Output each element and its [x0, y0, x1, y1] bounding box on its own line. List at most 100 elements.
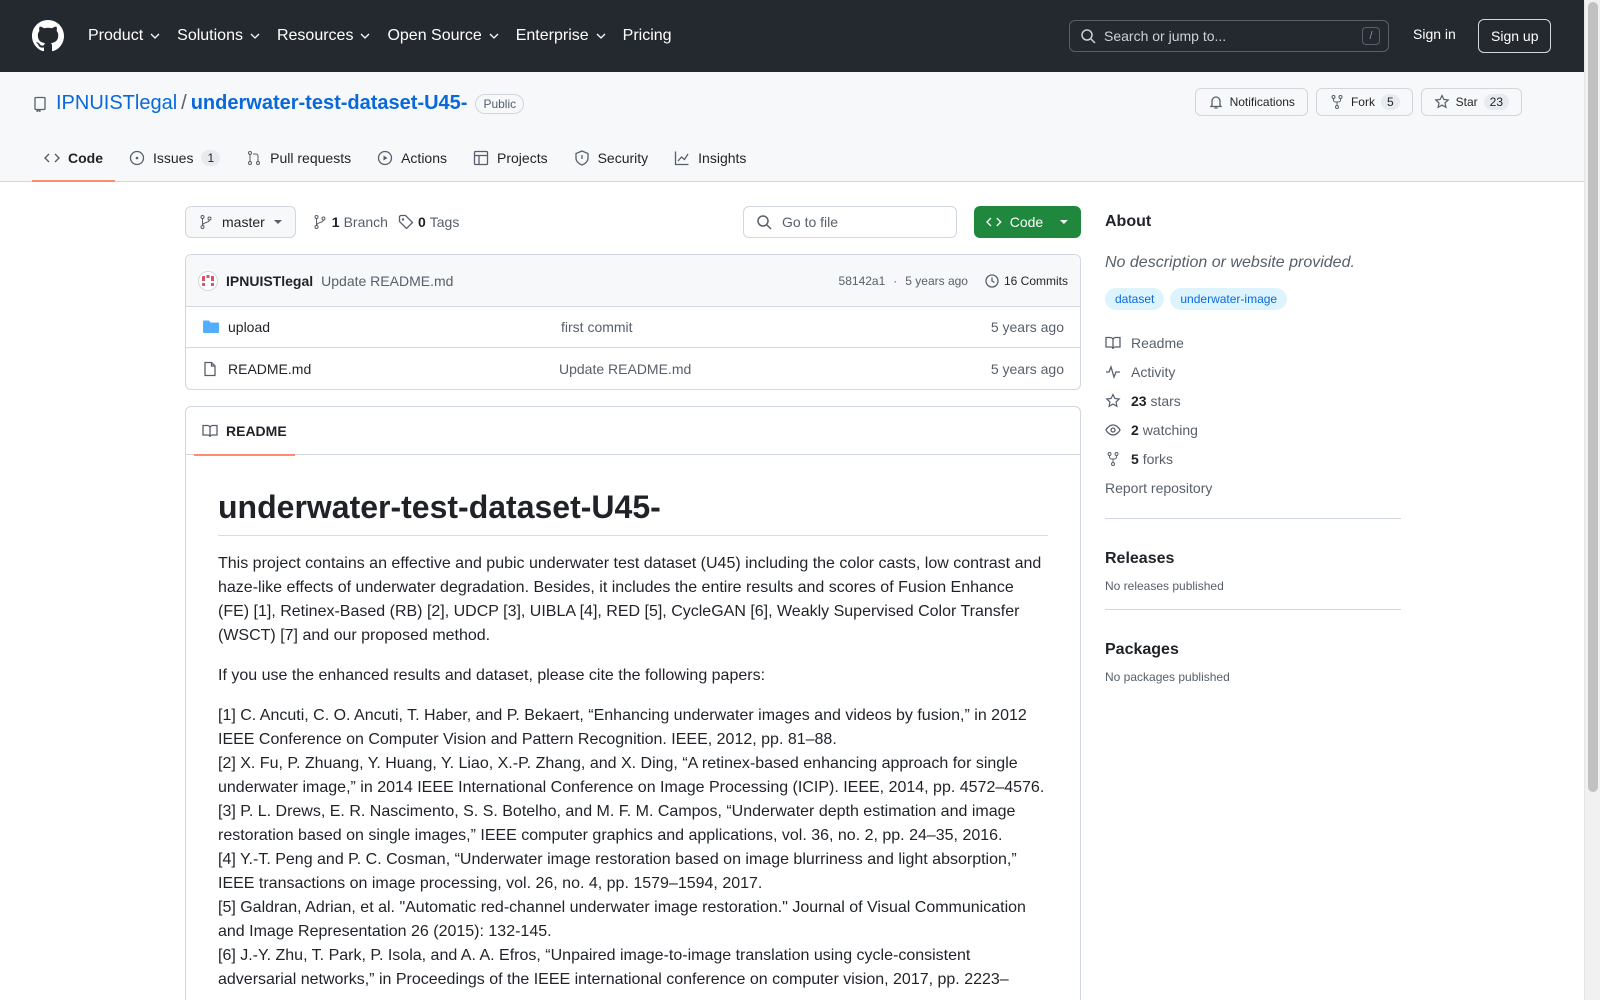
file-commit-link[interactable]: first commit	[561, 319, 633, 335]
global-search-input[interactable]: Search or jump to... /	[1069, 20, 1389, 52]
github-logo-icon[interactable]	[32, 20, 64, 52]
branch-icon	[314, 215, 326, 229]
reference-list: [1] C. Ancuti, C. O. Ancuti, T. Haber, a…	[218, 704, 1048, 992]
nav-label: Pricing	[622, 27, 672, 44]
fork-icon	[1107, 451, 1119, 466]
eye-icon	[1105, 423, 1121, 436]
chevron-down-icon	[489, 33, 499, 39]
code-dropdown-button[interactable]: Code	[974, 206, 1081, 238]
packages-heading[interactable]: Packages	[1105, 634, 1401, 666]
readme-tabbar: README	[186, 407, 1080, 456]
scrollbar-thumb[interactable]	[1588, 2, 1598, 792]
pull-request-icon	[248, 151, 261, 165]
topic-list: dataset underwater-image	[1105, 288, 1401, 310]
global-nav: Product Solutions Resources Open Source …	[88, 27, 688, 45]
readme-link[interactable]: Readme	[1105, 328, 1401, 357]
about-heading: About	[1105, 213, 1152, 230]
go-to-file-placeholder: Go to file	[782, 214, 839, 230]
file-name-link[interactable]: README.md	[228, 361, 559, 377]
activity-link[interactable]: Activity	[1105, 357, 1401, 386]
file-row-upload[interactable]: upload first commit 5 years ago	[186, 307, 1080, 348]
tab-insights[interactable]: Insights	[662, 134, 758, 182]
file-commit-link[interactable]: Update README.md	[559, 361, 691, 377]
stars-label: stars	[1150, 392, 1181, 409]
nav-product[interactable]: Product	[88, 27, 161, 45]
star-count: 23	[1483, 94, 1509, 110]
report-repository-link[interactable]: Report repository	[1105, 473, 1401, 502]
commit-hash-link[interactable]: 58142a1	[839, 274, 886, 288]
file-age: 5 years ago	[990, 319, 1064, 335]
folder-icon	[203, 320, 219, 333]
identicon-icon	[202, 274, 214, 286]
repo-sidebar: About No description or website provided…	[1105, 206, 1401, 684]
nav-label: Enterprise	[515, 27, 589, 44]
commits-count-label: 16 Commits	[1003, 274, 1068, 288]
releases-heading[interactable]: Releases	[1105, 543, 1401, 575]
nav-pricing[interactable]: Pricing	[623, 27, 672, 45]
star-button[interactable]: Star 23	[1420, 88, 1522, 116]
readme-tab-label: README	[226, 422, 287, 439]
fork-label: Fork	[1350, 95, 1375, 109]
stars-link[interactable]: 23 stars	[1105, 386, 1401, 415]
nav-solutions[interactable]: Solutions	[177, 27, 261, 45]
readme-tab[interactable]: README	[194, 407, 295, 456]
branch-name: master	[222, 214, 265, 230]
commit-author-link[interactable]: IPNUISTlegal	[226, 273, 313, 289]
repo-title: IPNUISTlegal / underwater-test-dataset-U…	[32, 92, 525, 115]
tags-link[interactable]: 0 Tags	[398, 214, 459, 230]
nav-resources[interactable]: Resources	[277, 27, 371, 45]
repo-name-link[interactable]: underwater-test-dataset-U45-	[191, 92, 468, 115]
tab-actions[interactable]: Actions	[365, 134, 459, 182]
table-icon	[473, 150, 489, 166]
commits-history-link[interactable]: 16 Commits	[984, 273, 1068, 289]
issue-icon	[129, 150, 145, 166]
tab-pull-requests[interactable]: Pull requests	[234, 134, 363, 182]
repo-path-separator: /	[181, 92, 187, 114]
page-scrollbar[interactable]	[1584, 0, 1600, 1000]
commit-meta-separator: ·	[893, 274, 898, 288]
avatar[interactable]	[198, 270, 218, 291]
fork-count: 5	[1380, 94, 1400, 110]
tab-label: Issues	[153, 150, 194, 166]
commit-meta: 58142a1 · 5 years ago 16 Commits	[839, 255, 1068, 307]
sign-in-link[interactable]: Sign in	[1413, 26, 1456, 42]
main-content: master 1 Branch 0 Tags Go to file Code I…	[185, 206, 1081, 1000]
notifications-button[interactable]: Notifications	[1194, 88, 1308, 116]
tab-code[interactable]: Code	[32, 134, 115, 182]
commit-message-link[interactable]: Update README.md	[321, 273, 453, 289]
topic-tag[interactable]: dataset	[1105, 288, 1165, 310]
forks-link[interactable]: 5 forks	[1105, 444, 1401, 473]
repo-owner-link[interactable]: IPNUISTlegal	[56, 92, 177, 115]
tab-security[interactable]: Security	[562, 134, 661, 182]
watchers-link[interactable]: 2 watching	[1105, 415, 1401, 444]
tab-projects[interactable]: Projects	[461, 134, 560, 182]
tab-issues[interactable]: Issues 1	[117, 134, 232, 182]
reference-item: [1] C. Ancuti, C. O. Ancuti, T. Haber, a…	[218, 707, 1027, 748]
file-name-link[interactable]: upload	[228, 319, 561, 335]
tab-label: Security	[597, 150, 649, 166]
caret-down-icon	[1060, 220, 1069, 224]
nav-open-source[interactable]: Open Source	[387, 27, 499, 45]
graph-icon	[675, 151, 689, 166]
go-to-file-input[interactable]: Go to file	[743, 206, 957, 238]
bell-icon	[1209, 96, 1222, 109]
topic-tag[interactable]: underwater-image	[1170, 288, 1288, 310]
star-label: Star	[1455, 95, 1478, 109]
sign-up-button[interactable]: Sign up	[1478, 19, 1552, 53]
readme-link-label: Readme	[1131, 334, 1184, 351]
tag-count: 0	[417, 214, 426, 230]
nav-label: Product	[88, 27, 144, 44]
code-icon	[986, 217, 1002, 227]
file-age: 5 years ago	[990, 360, 1064, 377]
chevron-down-icon	[360, 33, 370, 39]
reference-item: [3] P. L. Drews, E. R. Nascimento, S. S.…	[218, 803, 1016, 844]
fork-button[interactable]: Fork 5	[1315, 88, 1413, 116]
nav-enterprise[interactable]: Enterprise	[516, 27, 607, 45]
tab-label: Actions	[401, 150, 448, 166]
tab-label: Insights	[698, 150, 747, 166]
branch-selector[interactable]: master	[185, 206, 296, 238]
tag-icon	[398, 214, 414, 230]
branches-link[interactable]: 1 Branch	[312, 214, 388, 230]
search-placeholder: Search or jump to...	[1104, 28, 1227, 44]
file-row-readme[interactable]: README.md Update README.md 5 years ago	[186, 348, 1080, 389]
